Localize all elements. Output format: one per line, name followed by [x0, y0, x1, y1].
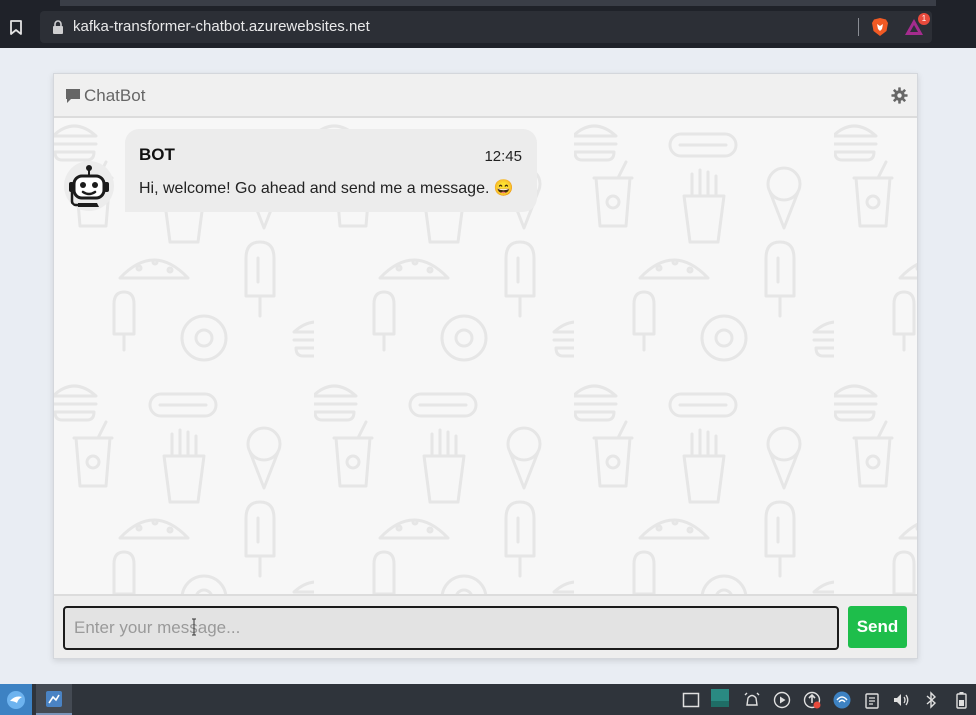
send-button[interactable]: Send: [848, 606, 907, 648]
chat-header: ChatBot: [54, 74, 917, 118]
volume-icon[interactable]: [892, 691, 910, 709]
play-icon[interactable]: [773, 691, 791, 709]
text-cursor-icon: [192, 618, 196, 636]
chat-title: ChatBot: [84, 86, 146, 105]
clipboard-icon[interactable]: [863, 691, 881, 709]
robot-icon: [69, 165, 109, 207]
chat-messages-area[interactable]: BOT 12:45 Hi, welcome! Go ahead and send…: [54, 118, 917, 594]
alarm-icon[interactable]: [743, 691, 761, 709]
chat-window: ChatBot BOT 12:45 Hi, welcome! Go ahead …: [53, 73, 918, 659]
bot-avatar: [64, 161, 114, 211]
message-input-area: Send: [54, 594, 917, 658]
battery-icon[interactable]: [952, 691, 970, 709]
chat-bubble-icon: [66, 89, 80, 103]
start-menu-button[interactable]: [0, 684, 32, 715]
message-sender: BOT: [139, 145, 175, 164]
message-input[interactable]: [63, 606, 839, 650]
browser-toolbar: kafka-transformer-chatbot.azurewebsites.…: [0, 6, 976, 48]
brave-shields-icon[interactable]: [871, 17, 889, 37]
gear-icon[interactable]: [891, 87, 908, 104]
bird-logo-icon: [7, 690, 25, 709]
bluetooth-icon[interactable]: [922, 691, 940, 709]
address-divider: [858, 18, 859, 36]
update-icon[interactable]: [803, 691, 821, 709]
app-window-icon: [46, 690, 62, 707]
teal-window-icon[interactable]: [711, 689, 729, 707]
url-text[interactable]: kafka-transformer-chatbot.azurewebsites.…: [73, 18, 370, 35]
address-bar[interactable]: kafka-transformer-chatbot.azurewebsites.…: [40, 11, 932, 43]
bookmark-icon[interactable]: [8, 18, 24, 36]
bot-message-bubble: BOT 12:45 Hi, welcome! Go ahead and send…: [125, 129, 537, 212]
taskbar-app-button[interactable]: [36, 684, 72, 715]
window-icon[interactable]: [682, 691, 700, 709]
message-timestamp: 12:45: [484, 148, 522, 165]
rewards-badge: 1: [918, 13, 930, 25]
message-text: Hi, welcome! Go ahead and send me a mess…: [139, 180, 514, 197]
network-icon[interactable]: [833, 691, 851, 709]
lock-icon: [53, 20, 63, 34]
taskbar: [0, 684, 976, 715]
